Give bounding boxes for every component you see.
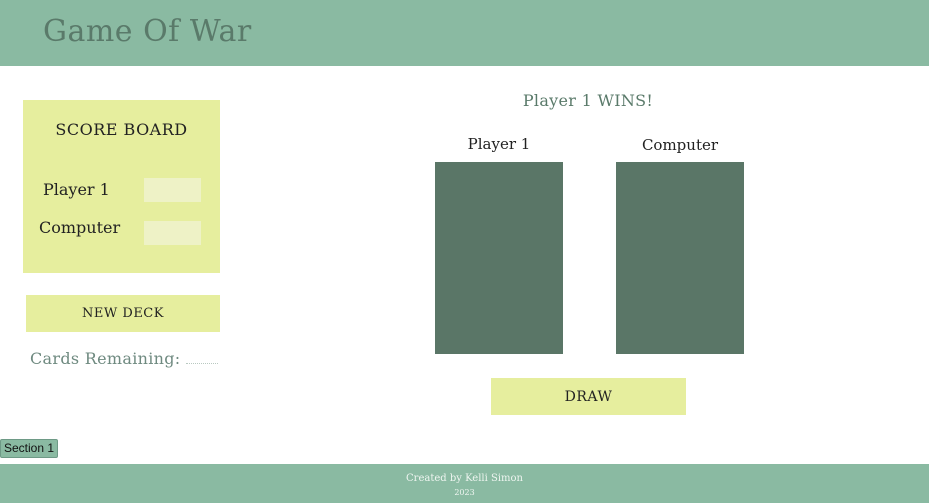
section-tag: Section 1 bbox=[0, 439, 59, 458]
computer-card-label: Computer bbox=[641, 136, 719, 154]
new-deck-button[interactable]: NEW DECK bbox=[26, 295, 220, 332]
cards-remaining: Cards Remaining: bbox=[30, 349, 218, 368]
cards-remaining-value bbox=[185, 350, 218, 364]
cards-remaining-label: Cards Remaining: bbox=[30, 349, 181, 368]
draw-button[interactable]: DRAW bbox=[491, 378, 686, 415]
player-card-label: Player 1 bbox=[467, 135, 531, 153]
app-title: Game Of War bbox=[43, 14, 252, 49]
computer-card-slot bbox=[616, 162, 744, 354]
footer-year: 2023 bbox=[454, 488, 475, 497]
header: Game Of War bbox=[0, 0, 929, 66]
result-text: Player 1 WINS! bbox=[522, 91, 654, 110]
computer-score-label: Computer bbox=[39, 218, 121, 237]
player-card-slot bbox=[435, 162, 563, 354]
player-score-field bbox=[144, 178, 201, 202]
computer-score-field bbox=[144, 221, 201, 245]
footer: Created by Kelli Simon 2023 bbox=[0, 464, 929, 503]
footer-credit: Created by Kelli Simon bbox=[406, 473, 523, 484]
scoreboard: SCORE BOARD Player 1 Computer bbox=[23, 100, 220, 273]
player-score-label: Player 1 bbox=[43, 180, 110, 199]
scoreboard-title: SCORE BOARD bbox=[55, 120, 188, 139]
